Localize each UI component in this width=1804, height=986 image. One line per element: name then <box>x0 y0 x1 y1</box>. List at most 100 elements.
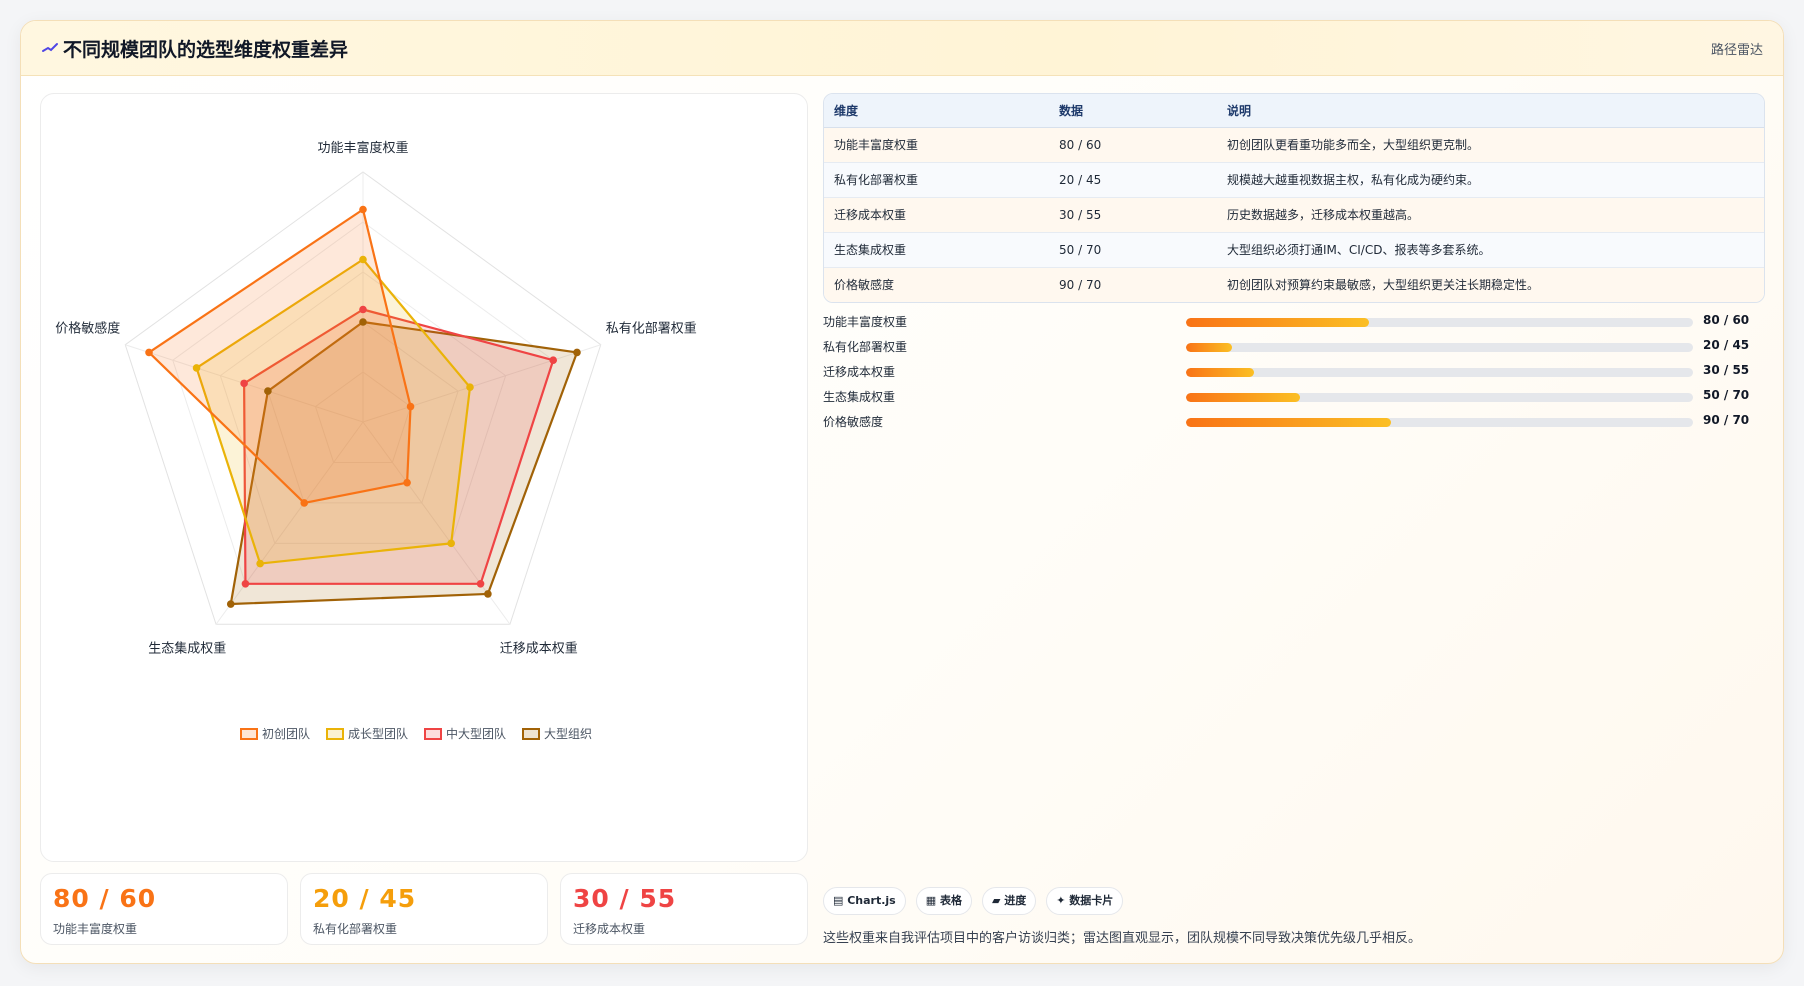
radar-point[interactable] <box>359 255 367 264</box>
radar-axis-label: 生态集成权重 <box>148 640 226 656</box>
legend-label[interactable]: 大型组织 <box>544 727 592 741</box>
progress-row: 功能丰富度权重 80 / 60 <box>823 311 1765 336</box>
chip-progress[interactable]: ▰ 进度 <box>981 887 1037 915</box>
kpi-value: 20 / 45 <box>313 884 417 913</box>
progress-value: 20 / 45 <box>1703 338 1750 352</box>
tech-chips: ▤ Chart.js ▦ 表格 ▰ 进度 ✦ 数据卡片 <box>823 887 1133 915</box>
progress-fill <box>1186 393 1301 402</box>
table-cell: 初创团队对预算约束最敏感，大型组织更关注长期稳定性。 <box>1217 267 1764 302</box>
card-header: 不同规模团队的选型维度权重差异 路径雷达 <box>21 21 1783 76</box>
radar-chart-panel: 功能丰富度权重私有化部署权重迁移成本权重 生态集成权重 价格敏感度初创团队 成长型团队… <box>40 93 808 862</box>
chip-data-card[interactable]: ✦ 数据卡片 <box>1046 887 1124 915</box>
progress-fill <box>1186 318 1369 327</box>
progress-track <box>1186 393 1693 402</box>
table-cell: 迁移成本权重 <box>824 197 1049 233</box>
progress-row: 价格敏感度 90 / 70 <box>823 411 1765 436</box>
radar-point[interactable] <box>447 539 455 548</box>
kpi-card-1: 20 / 45 私有化部署权重 <box>300 873 548 945</box>
progress-fill <box>1186 368 1255 377</box>
progress-list: 功能丰富度权重 80 / 60 私有化部署权重 20 / 45 迁移成本权重 3… <box>823 311 1765 436</box>
radar-point[interactable] <box>406 402 415 411</box>
radar-point[interactable] <box>549 356 558 364</box>
radar-point[interactable] <box>359 305 367 314</box>
radar-point[interactable] <box>484 590 492 598</box>
legend-swatch[interactable] <box>240 728 258 740</box>
progress-label: 价格敏感度 <box>823 415 884 429</box>
radar-point[interactable] <box>192 364 201 372</box>
table-row: 生态集成权重 50 / 70 大型组织必须打通IM、CI/CD、报表等多套系统。 <box>824 232 1764 268</box>
progress-track <box>1186 343 1693 352</box>
table-cell: 规模越大越重视数据主权，私有化成为硬约束。 <box>1217 162 1764 198</box>
radar-axis-label: 迁移成本权重 <box>500 640 578 656</box>
progress-value: 50 / 70 <box>1703 388 1750 402</box>
table-row: 价格敏感度 90 / 70 初创团队对预算约束最敏感，大型组织更关注长期稳定性。 <box>824 267 1764 302</box>
legend-label[interactable]: 中大型团队 <box>446 726 506 741</box>
progress-value: 90 / 70 <box>1703 413 1750 427</box>
radar-point[interactable] <box>300 499 309 507</box>
kpi-card-2: 30 / 55 迁移成本权重 <box>560 873 808 945</box>
table-cell: 功能丰富度权重 <box>824 127 1049 163</box>
table-cell: 90 / 70 <box>1049 267 1217 302</box>
radar-point[interactable] <box>573 348 581 357</box>
radar-point[interactable] <box>226 600 235 608</box>
radar-point[interactable] <box>256 559 264 568</box>
radar-point[interactable] <box>241 580 250 588</box>
radar-axis-label: 价格敏感度 <box>55 321 120 337</box>
progress-fill <box>1186 343 1232 352</box>
legend-label[interactable]: 成长型团队 <box>348 726 408 741</box>
radar-point[interactable] <box>145 348 153 357</box>
progress-track <box>1186 318 1693 327</box>
legend-label[interactable]: 初创团队 <box>262 726 310 741</box>
data-table: 维度 数据 说明 功能丰富度权重 80 / 60 初创团队更看重功能多而全，大型… <box>823 93 1765 303</box>
progress-row: 私有化部署权重 20 / 45 <box>823 336 1765 361</box>
radar-point[interactable] <box>359 205 367 214</box>
table-cell: 80 / 60 <box>1049 127 1217 163</box>
table-cell: 50 / 70 <box>1049 232 1217 268</box>
radar-point[interactable] <box>466 383 474 392</box>
table-cell: 价格敏感度 <box>824 267 1049 302</box>
kpi-card-0: 80 / 60 功能丰富度权重 <box>40 873 288 945</box>
radar-point[interactable] <box>240 379 248 388</box>
table-cell: 30 / 55 <box>1049 197 1217 233</box>
table-cell: 20 / 45 <box>1049 162 1217 198</box>
legend-swatch[interactable] <box>326 728 344 740</box>
footnote: 这些权重来自我评估项目中的客户访谈归类；雷达图直观显示，团队规模不同导致决策优先… <box>823 931 1422 946</box>
radar-chart: 功能丰富度权重私有化部署权重迁移成本权重 生态集成权重 价格敏感度初创团队 成长型团队… <box>55 140 697 741</box>
progress-fill <box>1186 418 1392 427</box>
table-header-data: 数据 <box>1049 94 1217 128</box>
table-row: 私有化部署权重 20 / 45 规模越大越重视数据主权，私有化成为硬约束。 <box>824 162 1764 198</box>
page-title: 不同规模团队的选型维度权重差异 <box>63 39 349 61</box>
radar-point[interactable] <box>403 478 411 487</box>
table-cell: 大型组织必须打通IM、CI/CD、报表等多套系统。 <box>1217 232 1764 268</box>
legend-swatch[interactable] <box>424 728 442 740</box>
progress-track <box>1186 368 1693 377</box>
table-row: 功能丰富度权重 80 / 60 初创团队更看重功能多而全，大型组织更克制。 <box>824 127 1764 163</box>
chip-table[interactable]: ▦ 表格 <box>915 887 972 915</box>
path-radar-link[interactable]: 路径雷达 <box>1711 39 1763 58</box>
progress-track <box>1186 418 1693 427</box>
chip-chartjs[interactable]: ▤ Chart.js <box>823 887 906 915</box>
progress-label: 生态集成权重 <box>823 390 896 404</box>
progress-row: 迁移成本权重 30 / 55 <box>823 361 1765 386</box>
kpi-label: 私有化部署权重 <box>313 922 398 936</box>
legend-swatch[interactable] <box>522 728 540 740</box>
radar-axis-label: 功能丰富度权重 <box>317 140 408 156</box>
radar-point[interactable] <box>359 318 367 326</box>
table-row: 迁移成本权重 30 / 55 历史数据越多，迁移成本权重越高。 <box>824 197 1764 233</box>
table-cell: 私有化部署权重 <box>824 162 1049 198</box>
radar-series-0 <box>147 208 412 505</box>
progress-label: 功能丰富度权重 <box>823 315 908 329</box>
trend-icon <box>42 43 58 52</box>
table-cell: 初创团队更看重功能多而全，大型组织更克制。 <box>1217 127 1764 163</box>
progress-row: 生态集成权重 50 / 70 <box>823 386 1765 411</box>
radar-axis-label: 私有化部署权重 <box>606 321 697 337</box>
progress-label: 迁移成本权重 <box>823 365 896 379</box>
kpi-value: 80 / 60 <box>53 884 157 913</box>
radar-point[interactable] <box>264 387 272 395</box>
progress-value: 80 / 60 <box>1703 313 1750 327</box>
radar-point[interactable] <box>476 580 485 588</box>
progress-value: 30 / 55 <box>1703 363 1750 377</box>
kpi-label: 功能丰富度权重 <box>53 922 138 936</box>
progress-label: 私有化部署权重 <box>823 340 908 354</box>
table-cell: 生态集成权重 <box>824 232 1049 268</box>
